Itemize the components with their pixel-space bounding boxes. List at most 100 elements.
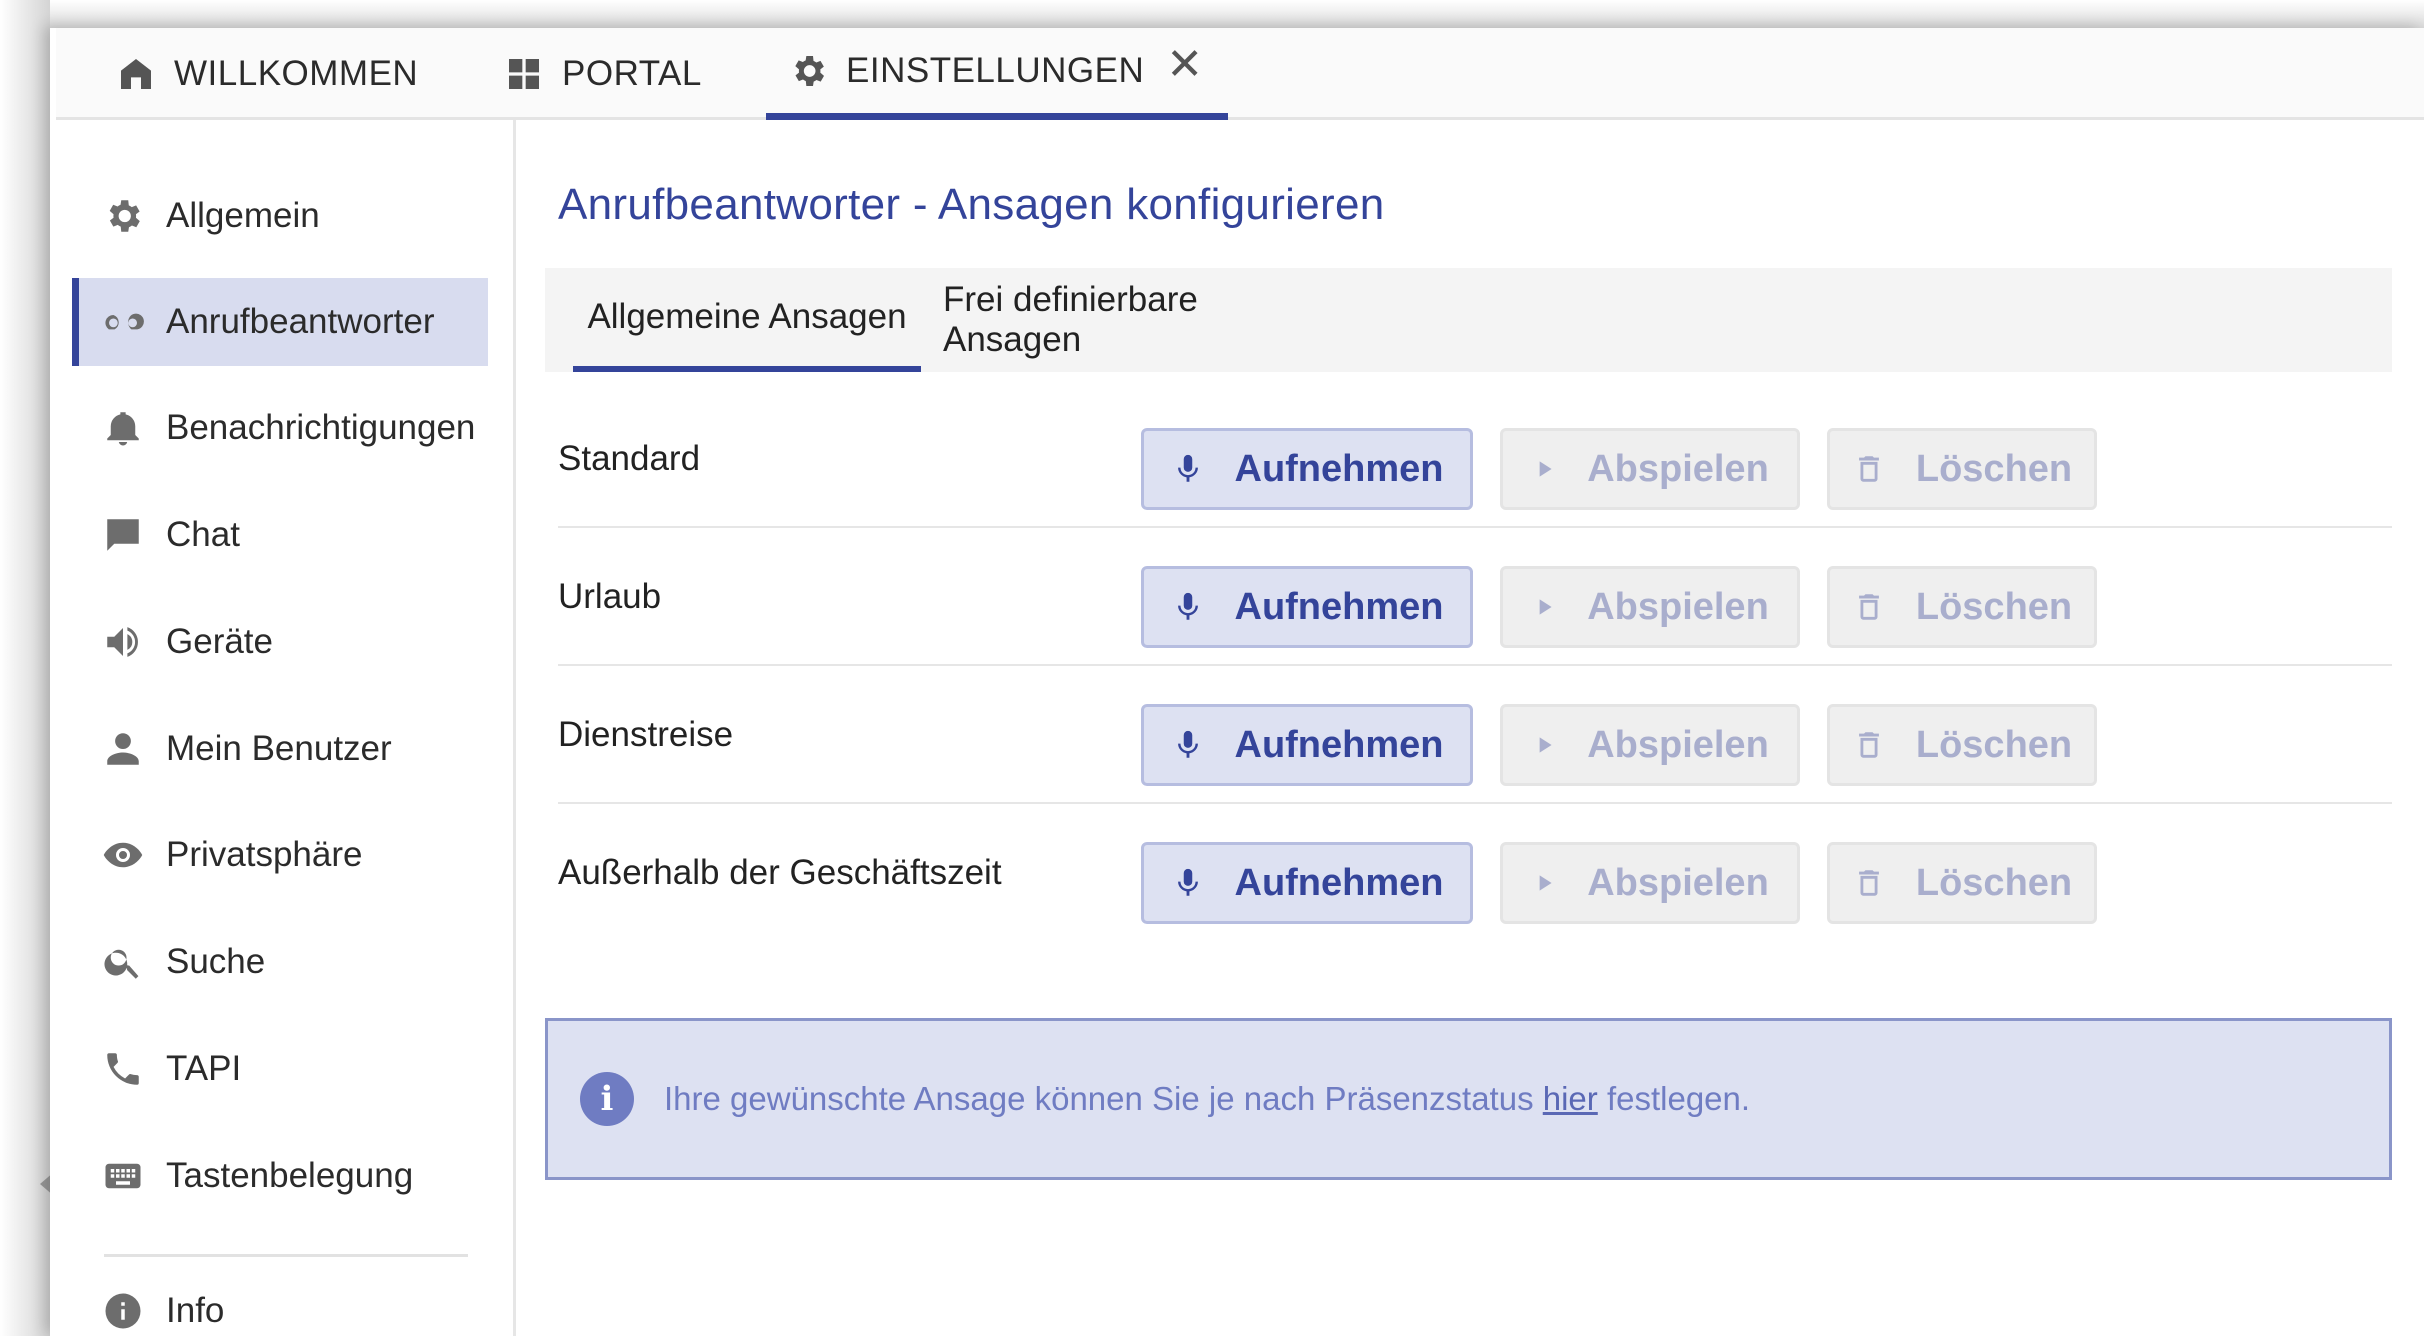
- keyboard-icon: [105, 1163, 141, 1189]
- delete-button-label: Löschen: [1915, 861, 2073, 904]
- record-button[interactable]: Aufnehmen: [1141, 842, 1473, 924]
- settings-content: Anrufbeantworter - Ansagen konfigurieren…: [516, 120, 2424, 1336]
- info-icon: [105, 1293, 141, 1329]
- trash-icon: [1858, 456, 1879, 482]
- tab-einstellungen-label: EINSTELLUNGEN: [846, 50, 1145, 90]
- settings-window: WILLKOMMEN PORTAL EINSTELLUNGEN ✕ Allgem…: [50, 28, 2424, 1336]
- sidebar-item-label: Tastenbelegung: [166, 1156, 414, 1195]
- trash-icon: [1858, 870, 1879, 896]
- grid-icon: [509, 59, 539, 89]
- record-button-label: Aufnehmen: [1234, 447, 1444, 490]
- delete-button-label: Löschen: [1915, 585, 2073, 628]
- play-button[interactable]: Abspielen: [1500, 842, 1800, 924]
- tab-frei-definierbare-ansagen[interactable]: Frei definierbare Ansagen: [943, 268, 1323, 372]
- delete-button[interactable]: Löschen: [1827, 428, 2097, 510]
- sidebar-item-label: Allgemein: [166, 196, 320, 235]
- record-button[interactable]: Aufnehmen: [1141, 704, 1473, 786]
- announcement-label: Urlaub: [558, 577, 662, 616]
- tab-portal[interactable]: PORTAL: [504, 28, 702, 120]
- announcement-label: Dienstreise: [558, 715, 734, 754]
- home-icon: [121, 59, 151, 89]
- tab-willkommen[interactable]: WILLKOMMEN: [116, 28, 418, 120]
- play-icon: [1539, 875, 1552, 891]
- tab-einstellungen[interactable]: EINSTELLUNGEN ✕: [766, 28, 1228, 120]
- sidebar-item-label: Anrufbeantworter: [166, 302, 435, 341]
- sidebar-item-info[interactable]: Info: [72, 1267, 488, 1336]
- sidebar-item-mein-benutzer[interactable]: Mein Benutzer: [72, 705, 488, 793]
- eye-icon: [103, 842, 143, 868]
- sidebar-item-tapi[interactable]: TAPI: [72, 1025, 488, 1113]
- info-text-before: Ihre gewünschte Ansage können Sie je nac…: [664, 1080, 1543, 1117]
- microphone-icon: [1177, 730, 1198, 758]
- trash-icon: [1858, 594, 1879, 620]
- announcement-tabs: Allgemeine Ansagen Frei definierbare Ans…: [545, 268, 2392, 372]
- info-icon: i: [580, 1072, 634, 1126]
- sidebar-item-label: Mein Benutzer: [166, 729, 392, 768]
- gear-icon: [795, 55, 824, 86]
- play-icon: [1539, 461, 1552, 477]
- delete-button-label: Löschen: [1915, 723, 2073, 766]
- announcement-row-urlaub: Urlaub Aufnehmen Abspielen Löschen: [558, 528, 2392, 666]
- sidebar-item-label: TAPI: [166, 1049, 242, 1088]
- play-button[interactable]: Abspielen: [1500, 428, 1800, 510]
- presence-link[interactable]: hier: [1543, 1080, 1598, 1117]
- play-button[interactable]: Abspielen: [1500, 566, 1800, 648]
- record-button-label: Aufnehmen: [1234, 585, 1444, 628]
- sidebar-item-label: Geräte: [166, 622, 273, 661]
- delete-button-label: Löschen: [1915, 447, 2073, 490]
- record-button[interactable]: Aufnehmen: [1141, 566, 1473, 648]
- sidebar-item-label: Benachrichtigungen: [166, 408, 476, 447]
- trash-icon: [1858, 732, 1879, 758]
- play-button-label: Abspielen: [1587, 585, 1769, 628]
- settings-sidebar: Allgemein Anrufbeantworter Benachrichtig…: [56, 120, 516, 1336]
- info-text: Ihre gewünschte Ansage können Sie je nac…: [664, 1080, 1750, 1118]
- tab-allgemeine-ansagen[interactable]: Allgemeine Ansagen: [573, 268, 921, 372]
- top-tab-bar: WILLKOMMEN PORTAL EINSTELLUNGEN ✕: [56, 28, 2424, 120]
- sidebar-item-privatsphaere[interactable]: Privatsphäre: [72, 811, 488, 899]
- play-button-label: Abspielen: [1587, 861, 1769, 904]
- tab-portal-label: PORTAL: [562, 54, 702, 93]
- user-icon: [107, 733, 139, 765]
- play-button-label: Abspielen: [1587, 447, 1769, 490]
- play-icon: [1539, 737, 1552, 753]
- microphone-icon: [1177, 868, 1198, 896]
- sidebar-item-benachrichtigungen[interactable]: Benachrichtigungen: [72, 384, 488, 472]
- announcement-row-standard: Standard Aufnehmen Abspielen Löschen: [558, 390, 2392, 528]
- record-button-label: Aufnehmen: [1234, 723, 1444, 766]
- tab-willkommen-label: WILLKOMMEN: [174, 54, 419, 93]
- sidebar-item-geraete[interactable]: Geräte: [72, 598, 488, 686]
- sidebar-item-suche[interactable]: Suche: [72, 918, 488, 1006]
- microphone-icon: [1177, 454, 1198, 482]
- sidebar-item-chat[interactable]: Chat: [72, 491, 488, 579]
- sidebar-item-label: Privatsphäre: [166, 835, 363, 874]
- sidebar-divider: [104, 1254, 468, 1257]
- gear-icon: [109, 200, 140, 232]
- speaker-icon: [107, 627, 138, 657]
- info-banner: i Ihre gewünschte Ansage können Sie je n…: [545, 1018, 2392, 1180]
- sidebar-item-anrufbeantworter[interactable]: Anrufbeantworter: [72, 278, 488, 366]
- phone-icon: [107, 1053, 139, 1085]
- search-icon: [104, 949, 139, 979]
- info-text-after: festlegen.: [1597, 1080, 1751, 1117]
- record-button[interactable]: Aufnehmen: [1141, 428, 1473, 510]
- announcement-row-ausserhalb: Außerhalb der Geschäftszeit Aufnehmen Ab…: [558, 804, 2392, 942]
- sidebar-item-label: Info: [166, 1291, 225, 1330]
- sidebar-item-allgemein[interactable]: Allgemein: [72, 172, 488, 260]
- delete-button[interactable]: Löschen: [1827, 566, 2097, 648]
- play-icon: [1539, 599, 1552, 615]
- delete-button[interactable]: Löschen: [1827, 704, 2097, 786]
- announcement-label: Standard: [558, 439, 701, 478]
- chat-icon: [107, 519, 139, 551]
- play-button-label: Abspielen: [1587, 723, 1769, 766]
- play-button[interactable]: Abspielen: [1500, 704, 1800, 786]
- microphone-icon: [1177, 592, 1198, 620]
- announcement-label: Außerhalb der Geschäftszeit: [558, 853, 1002, 892]
- voicemail-icon: [105, 313, 144, 330]
- sidebar-item-label: Chat: [166, 515, 240, 554]
- sidebar-item-tastenbelegung[interactable]: Tastenbelegung: [72, 1132, 488, 1220]
- close-tab-icon[interactable]: ✕: [1166, 42, 1203, 87]
- announcement-row-dienstreise: Dienstreise Aufnehmen Abspielen Löschen: [558, 666, 2392, 804]
- bell-icon: [107, 412, 139, 446]
- delete-button[interactable]: Löschen: [1827, 842, 2097, 924]
- record-button-label: Aufnehmen: [1234, 861, 1444, 904]
